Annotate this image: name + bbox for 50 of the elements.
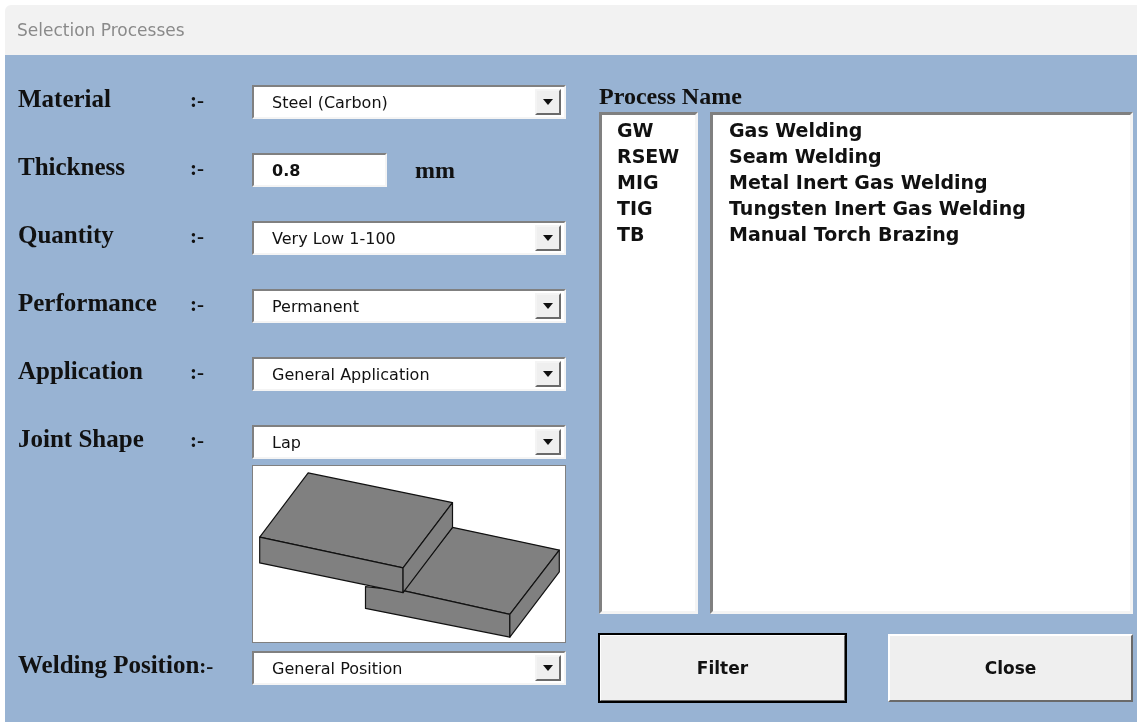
field-separator: :- (199, 653, 214, 679)
window-title: Selection Processes (17, 20, 185, 40)
dropdown-arrow-icon (543, 371, 553, 377)
field-separator: :- (190, 155, 204, 181)
dropdown-arrow-button[interactable] (535, 429, 561, 455)
close-button[interactable]: Close (888, 634, 1133, 702)
list-title: Process Name (599, 85, 743, 111)
field-separator: :- (190, 359, 204, 385)
dropdown-arrow-icon (543, 99, 553, 105)
field-label: Performance (18, 289, 158, 317)
process-name[interactable]: Manual Torch Brazing (729, 221, 1130, 247)
dropdown-arrow-button[interactable] (535, 293, 561, 319)
name-list[interactable]: Gas Welding Seam Welding Metal Inert Gas Welding Tungsten Inert Gas Welding Manual Torch Brazing (710, 112, 1133, 614)
dropdown[interactable]: General Application (252, 357, 566, 391)
process-name[interactable]: Gas Welding (729, 117, 1130, 143)
field-separator: :- (190, 291, 204, 317)
dropdown-arrow-icon (543, 439, 553, 445)
field-label: Material (18, 85, 112, 113)
code-list[interactable]: GW RSEW MIG TIG TB (599, 112, 698, 614)
dropdown-arrow-icon (543, 665, 553, 671)
process-code[interactable]: GW (617, 117, 695, 143)
dropdown-arrow-button[interactable] (535, 89, 561, 115)
process-name[interactable]: Tungsten Inert Gas Welding (729, 195, 1130, 221)
process-code[interactable]: TIG (617, 195, 695, 221)
dropdown-arrow-button[interactable] (535, 655, 561, 681)
dropdown[interactable]: General Position (252, 651, 566, 685)
field-separator: :- (190, 87, 204, 113)
filter-button[interactable]: Filter (599, 634, 846, 702)
process-code[interactable]: TB (617, 221, 695, 247)
field-separator: :- (190, 427, 204, 453)
process-name[interactable]: Metal Inert Gas Welding (729, 169, 1130, 195)
dropdown-arrow-icon (543, 235, 553, 241)
field-label: Joint Shape (18, 425, 145, 453)
dropdown-arrow-button[interactable] (535, 225, 561, 251)
unit-label: mm (415, 156, 455, 185)
field-label: Quantity (18, 221, 115, 249)
field-label: Application (18, 357, 145, 385)
process-code[interactable]: RSEW (617, 143, 695, 169)
field-label: Welding Position (18, 651, 200, 679)
dropdown-arrow-icon (543, 303, 553, 309)
field-separator: :- (190, 223, 204, 249)
process-code[interactable]: MIG (617, 169, 695, 195)
process-name[interactable]: Seam Welding (729, 143, 1130, 169)
thickness-field[interactable]: 0.8 (252, 153, 387, 187)
dropdown[interactable]: Lap (252, 425, 566, 459)
dropdown[interactable]: Permanent (252, 289, 566, 323)
dropdown-arrow-button[interactable] (535, 361, 561, 387)
dropdown[interactable]: Very Low 1-100 (252, 221, 566, 255)
field-label: Thickness (18, 153, 126, 181)
dropdown[interactable]: Steel (Carbon) (252, 85, 566, 119)
